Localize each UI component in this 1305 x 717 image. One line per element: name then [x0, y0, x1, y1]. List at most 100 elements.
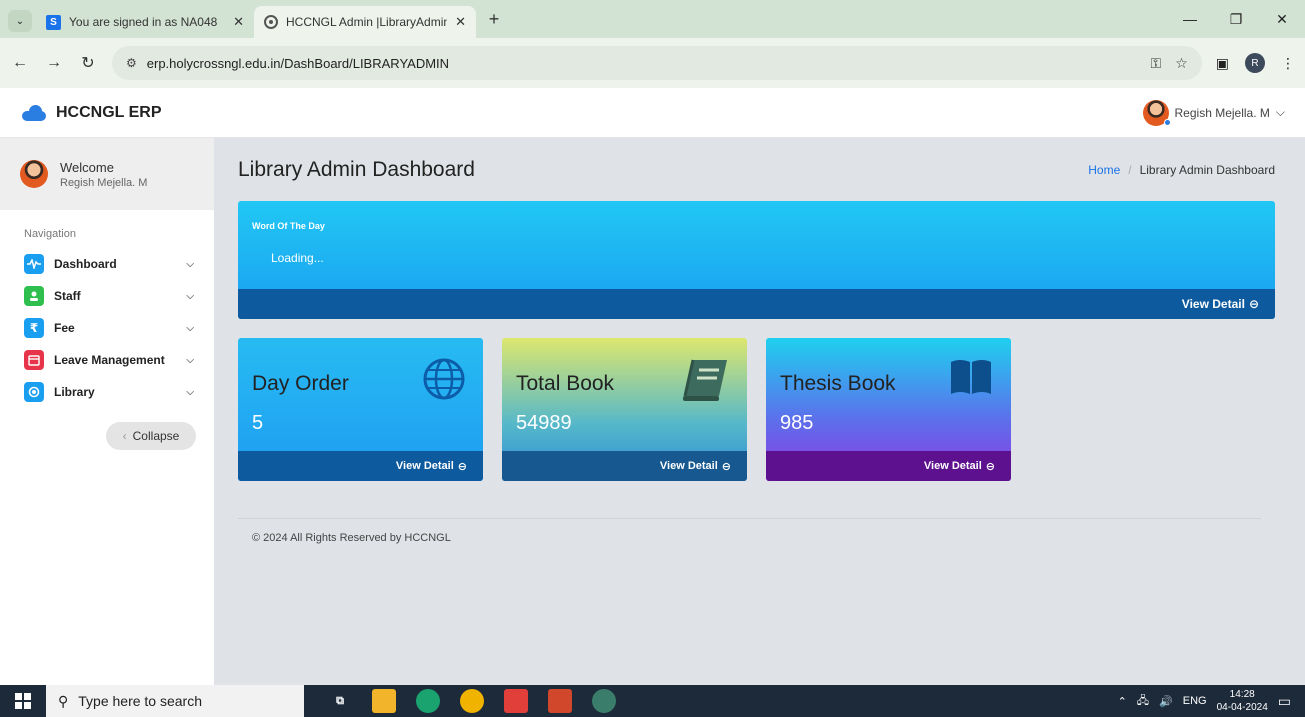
- windows-start-icon[interactable]: [0, 693, 46, 709]
- sidebar-item-library[interactable]: Library ⌵: [0, 376, 214, 408]
- powerpoint-icon[interactable]: [548, 689, 572, 713]
- browser-tabstrip: ⌄ S You are signed in as NA048 ✕ HCCNGL …: [0, 0, 1305, 38]
- sidebar-item-dashboard[interactable]: Dashboard ⌵: [0, 248, 214, 280]
- breadcrumb-separator: /: [1128, 163, 1132, 177]
- view-detail-label: View Detail: [1181, 297, 1245, 311]
- sidebar-item-leave-management[interactable]: Leave Management ⌵: [0, 344, 214, 376]
- total-book-view-detail-link[interactable]: View Detail ⊖: [502, 451, 747, 481]
- chevron-down-icon: ⌵: [186, 290, 194, 302]
- pulse-icon: [24, 254, 44, 274]
- thesis-book-view-detail-link[interactable]: View Detail ⊖: [766, 451, 1011, 481]
- clock-date: 04-04-2024: [1216, 702, 1268, 713]
- clock[interactable]: 14:28 04-04-2024: [1217, 688, 1268, 714]
- card-label: Day Order: [252, 372, 349, 395]
- sidebar-item-label: Library: [54, 385, 95, 399]
- sidebar: Welcome Regish Mejella. M Navigation Das…: [0, 138, 214, 685]
- footer-divider: [238, 518, 1261, 519]
- view-detail-label: View Detail: [659, 460, 718, 472]
- user-menu[interactable]: Regish Mejella. M ⌵: [1142, 99, 1285, 126]
- notifications-icon[interactable]: ▭: [1278, 693, 1291, 710]
- breadcrumb-current: Library Admin Dashboard: [1139, 163, 1275, 177]
- new-tab-button[interactable]: +: [484, 9, 504, 30]
- breadcrumb-home-link[interactable]: Home: [1088, 163, 1120, 177]
- volume-icon[interactable]: 🔊: [1159, 695, 1173, 708]
- system-tray: ⌃ 🖧 🔊 ENG 14:28 04-04-2024 ▭: [1118, 688, 1305, 714]
- word-card-view-detail-link[interactable]: View Detail ⊖: [238, 289, 1275, 319]
- browser-toolbar: ← → ↻ ⚙ erp.holycrossngl.edu.in/DashBoar…: [0, 38, 1305, 88]
- arrow-circle-icon: ⊖: [1248, 297, 1259, 311]
- view-detail-label: View Detail: [923, 460, 982, 472]
- view-detail-label: View Detail: [395, 460, 454, 472]
- day-order-view-detail-link[interactable]: View Detail ⊖: [238, 451, 483, 481]
- breadcrumb: Home / Library Admin Dashboard: [1088, 163, 1275, 177]
- taskbar-search-placeholder: Type here to search: [78, 693, 203, 709]
- card-value: 985: [780, 412, 814, 434]
- address-bar[interactable]: ⚙ erp.holycrossngl.edu.in/DashBoard/LIBR…: [112, 46, 1202, 80]
- open-book-icon: [949, 358, 993, 399]
- sidebar-item-label: Staff: [54, 289, 81, 303]
- card-label: Thesis Book: [780, 372, 896, 395]
- thesis-book-card: Thesis Book 985 View Detail ⊖: [766, 338, 1011, 481]
- site-info-icon[interactable]: ⚙: [126, 56, 137, 70]
- sidebar-item-label: Dashboard: [54, 257, 117, 271]
- globe-favicon-icon: [264, 15, 278, 29]
- close-icon[interactable]: ✕: [233, 14, 244, 30]
- side-panel-icon[interactable]: ▣: [1216, 55, 1229, 72]
- app-header: HCCNGL ERP Regish Mejella. M ⌵: [0, 88, 1305, 138]
- password-key-icon[interactable]: ⚿: [1151, 55, 1162, 72]
- brand[interactable]: HCCNGL ERP: [20, 104, 162, 122]
- taskbar-search[interactable]: ⚲ Type here to search: [46, 685, 304, 717]
- main-content: Library Admin Dashboard Home / Library A…: [214, 138, 1305, 685]
- arrow-circle-icon: ⊖: [457, 460, 467, 473]
- chevron-down-icon: ⌵: [186, 354, 194, 366]
- chrome-profile-icon[interactable]: [592, 689, 616, 713]
- total-book-card: Total Book 54989 View Detail ⊖: [502, 338, 747, 481]
- browser-tab-signed-in[interactable]: S You are signed in as NA048 ✕: [36, 6, 254, 38]
- sidebar-item-label: Leave Management: [54, 353, 165, 367]
- welcome-name: Regish Mejella. M: [60, 176, 148, 189]
- collapse-button[interactable]: ‹ Collapse: [106, 422, 196, 450]
- minimize-icon[interactable]: —: [1167, 11, 1213, 27]
- chevron-down-icon: ⌵: [186, 322, 194, 334]
- sidebar-item-fee[interactable]: ₹ Fee ⌵: [0, 312, 214, 344]
- chevron-up-icon[interactable]: ⌃: [1118, 695, 1127, 708]
- profile-avatar[interactable]: R: [1245, 53, 1265, 73]
- url-text: erp.holycrossngl.edu.in/DashBoard/LIBRAR…: [146, 55, 450, 71]
- file-explorer-icon[interactable]: [372, 689, 396, 713]
- restore-icon[interactable]: ❐: [1213, 11, 1259, 28]
- tab-favicon-icon: S: [46, 14, 61, 30]
- library-icon: [24, 382, 44, 402]
- chevron-down-icon: ⌵: [186, 258, 194, 270]
- card-value: 54989: [516, 412, 572, 434]
- bookmark-star-icon[interactable]: ☆: [1175, 55, 1188, 72]
- close-icon[interactable]: ✕: [455, 14, 466, 30]
- edge-icon[interactable]: [416, 689, 440, 713]
- arrow-circle-icon: ⊖: [985, 460, 995, 473]
- anydesk-icon[interactable]: [504, 689, 528, 713]
- avatar: [20, 160, 48, 188]
- word-card-text: Loading...: [271, 251, 324, 265]
- taskbar: ⚲ Type here to search ⧉ ⌃ 🖧 🔊 ENG 14:28 …: [0, 685, 1305, 717]
- task-view-icon[interactable]: ⧉: [328, 689, 352, 713]
- sidebar-item-staff[interactable]: Staff ⌵: [0, 280, 214, 312]
- back-icon[interactable]: ←: [10, 54, 30, 72]
- book-icon: [681, 358, 729, 405]
- reload-icon[interactable]: ↻: [78, 53, 98, 73]
- user-name: Regish Mejella. M: [1174, 105, 1270, 120]
- tab-title: HCCNGL Admin |LibraryAdmin: [286, 15, 448, 29]
- taskbar-apps: ⧉: [328, 689, 616, 713]
- avatar: [1142, 99, 1171, 126]
- forward-icon[interactable]: →: [44, 54, 64, 72]
- menu-dots-icon[interactable]: ⋮: [1281, 55, 1295, 72]
- welcome-label: Welcome: [60, 159, 114, 175]
- browser-tab-library-admin[interactable]: HCCNGL Admin |LibraryAdmin ✕: [254, 6, 476, 38]
- tab-search-button[interactable]: ⌄: [8, 10, 32, 32]
- day-order-card: Day Order 5 View Detail ⊖: [238, 338, 483, 481]
- network-icon[interactable]: 🖧: [1137, 692, 1149, 711]
- footer-copyright: © 2024 All Rights Reserved by HCCNGL: [252, 532, 451, 544]
- sidebar-item-label: Fee: [54, 321, 75, 335]
- chrome-icon[interactable]: [460, 689, 484, 713]
- close-window-icon[interactable]: ✕: [1259, 11, 1305, 28]
- calendar-icon: [24, 350, 44, 370]
- language-indicator[interactable]: ENG: [1183, 695, 1207, 707]
